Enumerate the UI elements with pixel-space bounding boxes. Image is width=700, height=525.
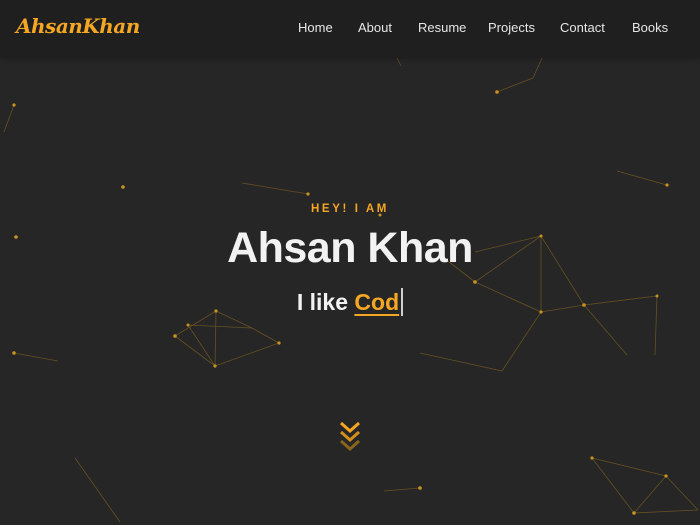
navbar: AhsanKhan Home About Resume Projects Con… [0, 0, 700, 57]
particle-link [187, 324, 253, 329]
particle-link [214, 342, 280, 367]
particle-link [3, 104, 15, 133]
particle-link [13, 352, 59, 362]
hero-name: Ahsan Khan [227, 224, 473, 272]
particle-dot [213, 364, 217, 368]
particle-link [251, 327, 280, 344]
particle-dot [665, 183, 669, 187]
typed-text: Cod [354, 289, 400, 315]
particle-dot [632, 511, 636, 515]
particle-link [396, 57, 402, 67]
particle-link [633, 509, 699, 514]
particle-link [74, 457, 121, 523]
scroll-down-button[interactable] [338, 420, 362, 456]
particle-link [174, 335, 216, 367]
particle-dot [590, 456, 594, 460]
nav-link-home[interactable]: Home [298, 20, 333, 35]
nav-link-contact[interactable]: Contact [560, 20, 605, 35]
typing-caret [401, 288, 404, 316]
particle-link [665, 475, 699, 511]
particle-dot [306, 192, 310, 196]
particle-dot [418, 486, 422, 490]
particle-link [419, 352, 503, 372]
chevron-double-down-icon [340, 421, 360, 452]
particle-dot [186, 323, 190, 327]
particle-link [383, 487, 421, 492]
particle-dot [173, 334, 177, 338]
nav-link-about[interactable]: About [358, 20, 392, 35]
page: AhsanKhan Home About Resume Projects Con… [0, 0, 700, 525]
particle-link [532, 57, 543, 79]
particle-dot [277, 341, 281, 345]
particle-link [633, 475, 667, 514]
particle-dot [473, 280, 477, 284]
nav-link-books[interactable]: Books [632, 20, 668, 35]
site-logo[interactable]: AhsanKhan [16, 14, 140, 38]
particle-dot [664, 474, 668, 478]
particle-link [591, 457, 667, 477]
particle-link [501, 311, 542, 372]
particle-link [187, 324, 216, 367]
particle-link [241, 182, 309, 195]
hero-tagline: I like Cod [0, 288, 700, 316]
nav-link-resume[interactable]: Resume [418, 20, 466, 35]
particle-dot [12, 103, 16, 107]
particle-dot [495, 90, 499, 94]
particle-link [214, 310, 217, 367]
tagline-prefix: I like [296, 289, 355, 315]
particle-link [616, 170, 668, 186]
hero-kicker: HEY! I AM [311, 203, 389, 215]
nav-link-projects[interactable]: Projects [488, 20, 535, 35]
particle-dot [121, 185, 125, 189]
particle-link [496, 77, 534, 93]
particle-link [591, 457, 635, 514]
particle-dot [12, 351, 16, 355]
